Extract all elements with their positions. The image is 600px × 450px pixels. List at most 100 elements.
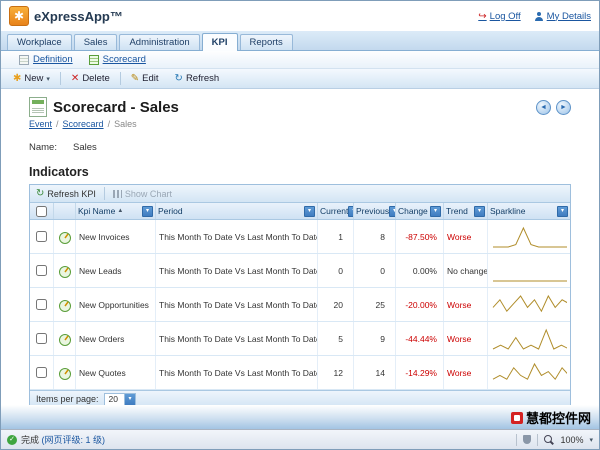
kpi-gauge-icon <box>58 230 72 244</box>
show-chart-label: Show Chart <box>125 189 172 199</box>
period-cell: This Month To Date Vs Last Month To Date <box>156 254 318 287</box>
tab-kpi[interactable]: KPI <box>202 33 238 51</box>
sort-ascending-icon: ▲ <box>117 208 123 214</box>
indicators-section-title: Indicators <box>29 165 571 179</box>
page-size-select[interactable]: 20 ▾ <box>104 393 136 406</box>
new-dropdown-caret-icon: ▾ <box>46 75 50 83</box>
previous-value-cell: 25 <box>354 288 396 321</box>
column-header-sparkline[interactable]: Sparkline ▾ <box>488 203 570 219</box>
filter-button[interactable]: ▾ <box>389 206 396 217</box>
tab-sales[interactable]: Sales <box>74 34 118 50</box>
previous-value-cell: 8 <box>354 220 396 253</box>
trend-cell: No change <box>444 254 488 287</box>
new-label: New <box>24 73 43 84</box>
zoom-dropdown-icon[interactable]: ▾ <box>589 436 593 444</box>
row-icon-cell <box>54 254 76 287</box>
scorecard-page-icon <box>29 97 47 117</box>
column-header-current[interactable]: Current ▾ <box>318 203 354 219</box>
row-checkbox[interactable] <box>36 333 47 344</box>
column-header-kpi-name[interactable]: Kpi Name ▲ ▾ <box>76 203 156 219</box>
trend-cell: Worse <box>444 356 488 389</box>
kpi-subnav: Definition Scorecard <box>1 51 599 69</box>
record-toolbar: ✱ New ▾ ✕ Delete ✎ Edit ↻ Refresh <box>1 69 599 89</box>
change-value-cell: -44.44% <box>396 322 444 355</box>
person-icon <box>535 12 544 21</box>
table-row[interactable]: New Opportunities This Month To Date Vs … <box>30 288 570 322</box>
watermark-text: 慧都控件网 <box>526 408 591 427</box>
kpi-gauge-icon <box>58 332 72 346</box>
toolbar-separator <box>60 72 61 85</box>
table-row[interactable]: New Leads This Month To Date Vs Last Mon… <box>30 254 570 288</box>
watermark-logo-icon <box>511 412 523 424</box>
next-record-button[interactable]: ► <box>556 100 571 115</box>
filter-button[interactable]: ▾ <box>474 206 485 217</box>
column-header-trend[interactable]: Trend ▾ <box>444 203 488 219</box>
sparkline-chart <box>491 257 567 285</box>
previous-value-cell: 0 <box>354 254 396 287</box>
subnav-scorecard-link[interactable]: Scorecard <box>89 54 146 65</box>
previous-record-button[interactable]: ◄ <box>536 100 551 115</box>
filter-button[interactable]: ▾ <box>557 206 568 217</box>
edit-button[interactable]: ✎ Edit <box>125 71 165 86</box>
kpi-name-cell: New Invoices <box>76 220 156 253</box>
sparkline-cell <box>488 220 570 253</box>
log-off-label: Log Off <box>490 11 521 22</box>
new-button[interactable]: ✱ New ▾ <box>7 71 56 86</box>
refresh-button[interactable]: ↻ Refresh <box>169 71 226 86</box>
column-header-change[interactable]: Change ▾ <box>396 203 444 219</box>
sparkline-chart <box>491 223 567 251</box>
app-title: eXpressApp™ <box>34 9 123 24</box>
show-chart-button[interactable]: Show Chart <box>113 189 172 199</box>
page-rating-link[interactable]: (网页评级: 1 级) <box>42 433 106 446</box>
trend-cell: Worse <box>444 288 488 321</box>
header-links: ↪ Log Off My Details <box>478 11 591 22</box>
tab-administration[interactable]: Administration <box>119 34 199 50</box>
delete-button[interactable]: ✕ Delete <box>65 71 116 86</box>
chart-icon <box>113 190 122 198</box>
grid-toolbar: ↻ Refresh KPI Show Chart <box>30 185 570 203</box>
refresh-kpi-button[interactable]: ↻ Refresh KPI <box>36 189 96 199</box>
log-off-link[interactable]: ↪ Log Off <box>478 11 520 22</box>
grid-pager: Items per page: 20 ▾ <box>30 390 570 405</box>
column-header-previous[interactable]: Previous ▾ <box>354 203 396 219</box>
zoom-level[interactable]: 100% <box>560 435 583 445</box>
statusbar-separator <box>537 434 538 446</box>
current-value-cell: 1 <box>318 220 354 253</box>
current-value-cell: 5 <box>318 322 354 355</box>
page-size-dropdown-icon[interactable]: ▾ <box>124 394 135 405</box>
row-checkbox[interactable] <box>36 367 47 378</box>
table-row[interactable]: New Invoices This Month To Date Vs Last … <box>30 220 570 254</box>
table-row[interactable]: New Orders This Month To Date Vs Last Mo… <box>30 322 570 356</box>
subnav-definition-link[interactable]: Definition <box>19 54 73 65</box>
previous-value-cell: 9 <box>354 322 396 355</box>
row-select-cell <box>30 322 54 355</box>
sparkline-cell <box>488 288 570 321</box>
change-value-cell: -14.29% <box>396 356 444 389</box>
name-field-row: Name: Sales <box>29 142 571 153</box>
my-details-link[interactable]: My Details <box>535 11 591 22</box>
record-navigation: ◄ ► <box>536 100 571 115</box>
filter-button[interactable]: ▾ <box>304 206 315 217</box>
breadcrumb-event-link[interactable]: Event <box>29 119 52 129</box>
row-checkbox[interactable] <box>36 231 47 242</box>
filter-button[interactable]: ▾ <box>430 206 441 217</box>
sparkline-chart <box>491 325 567 353</box>
row-checkbox[interactable] <box>36 265 47 276</box>
my-details-label: My Details <box>547 11 591 22</box>
breadcrumb-scorecard-link[interactable]: Scorecard <box>63 119 104 129</box>
current-value-cell: 20 <box>318 288 354 321</box>
tab-reports[interactable]: Reports <box>240 34 293 50</box>
name-label: Name: <box>29 142 57 153</box>
select-all-checkbox[interactable] <box>36 206 47 217</box>
filter-button[interactable]: ▾ <box>142 206 153 217</box>
page-heading-row: Scorecard - Sales ◄ ► <box>29 97 571 117</box>
column-header-period[interactable]: Period ▾ <box>156 203 318 219</box>
period-cell: This Month To Date Vs Last Month To Date <box>156 356 318 389</box>
browser-window: ✱ eXpressApp™ ↪ Log Off My Details Workp… <box>0 0 600 450</box>
toolbar-separator <box>120 72 121 85</box>
row-checkbox[interactable] <box>36 299 47 310</box>
refresh-kpi-label: Refresh KPI <box>47 189 96 199</box>
table-row[interactable]: New Quotes This Month To Date Vs Last Mo… <box>30 356 570 390</box>
select-all-cell <box>30 203 54 219</box>
tab-workplace[interactable]: Workplace <box>7 34 72 50</box>
